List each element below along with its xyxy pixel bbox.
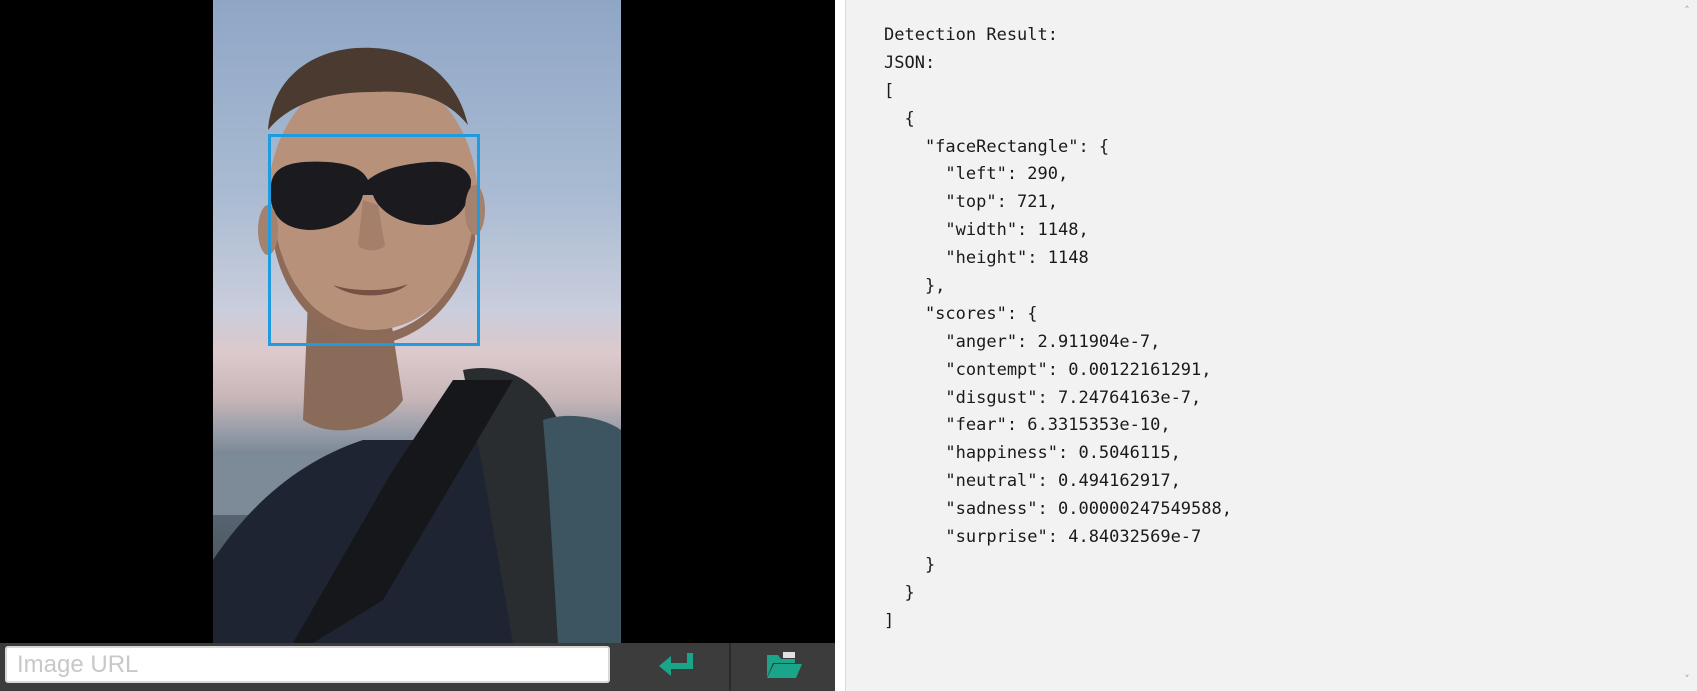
result-line: JSON: [884, 52, 936, 73]
result-line: "fear": 6.3315353e-10, [884, 415, 1171, 436]
result-line: "faceRectangle": { [884, 136, 1110, 157]
result-line: "happiness": 0.5046115, [884, 443, 1181, 464]
open-file-button[interactable] [731, 643, 837, 691]
result-line: ] [884, 610, 895, 631]
submit-url-button[interactable] [624, 643, 730, 691]
scroll-down-icon[interactable]: ˅ [1680, 673, 1694, 687]
result-pane: Detection Result: JSON: [ { "faceRectangle… [845, 0, 1697, 691]
result-line: } [884, 554, 936, 575]
result-line: { [884, 108, 915, 129]
pane-divider[interactable] [835, 0, 845, 691]
image-pane [0, 0, 835, 691]
result-line: "surprise": 4.84032569e-7 [884, 527, 1202, 548]
result-line: "width": 1148, [884, 220, 1089, 241]
result-line: "scores": { [884, 303, 1038, 324]
result-line: "anger": 2.911904e-7, [884, 331, 1161, 352]
folder-open-icon [765, 651, 803, 684]
result-line: } [884, 582, 915, 603]
result-line: "top": 721, [884, 192, 1058, 213]
photo-area [0, 0, 835, 643]
result-line: Detection Result: [884, 25, 1058, 45]
detection-result-text: Detection Result: JSON: [ { "faceRectangle… [884, 22, 1232, 636]
result-line: "disgust": 7.24764163e-7, [884, 387, 1202, 408]
image-url-input[interactable] [5, 646, 610, 683]
enter-return-icon [657, 651, 697, 684]
result-line: "sadness": 0.00000247549588, [884, 499, 1232, 520]
vertical-scrollbar[interactable]: ˄ ˅ [1677, 0, 1697, 691]
result-line: }, [884, 276, 946, 297]
result-line: [ [884, 80, 895, 101]
result-line: "left": 290, [884, 164, 1069, 185]
scroll-up-icon[interactable]: ˄ [1680, 4, 1694, 18]
toolbar [0, 643, 835, 691]
result-line: "neutral": 0.494162917, [884, 471, 1181, 492]
result-line: "height": 1148 [884, 248, 1089, 269]
face-bounding-box [268, 134, 480, 346]
result-line: "contempt": 0.00122161291, [884, 359, 1212, 380]
